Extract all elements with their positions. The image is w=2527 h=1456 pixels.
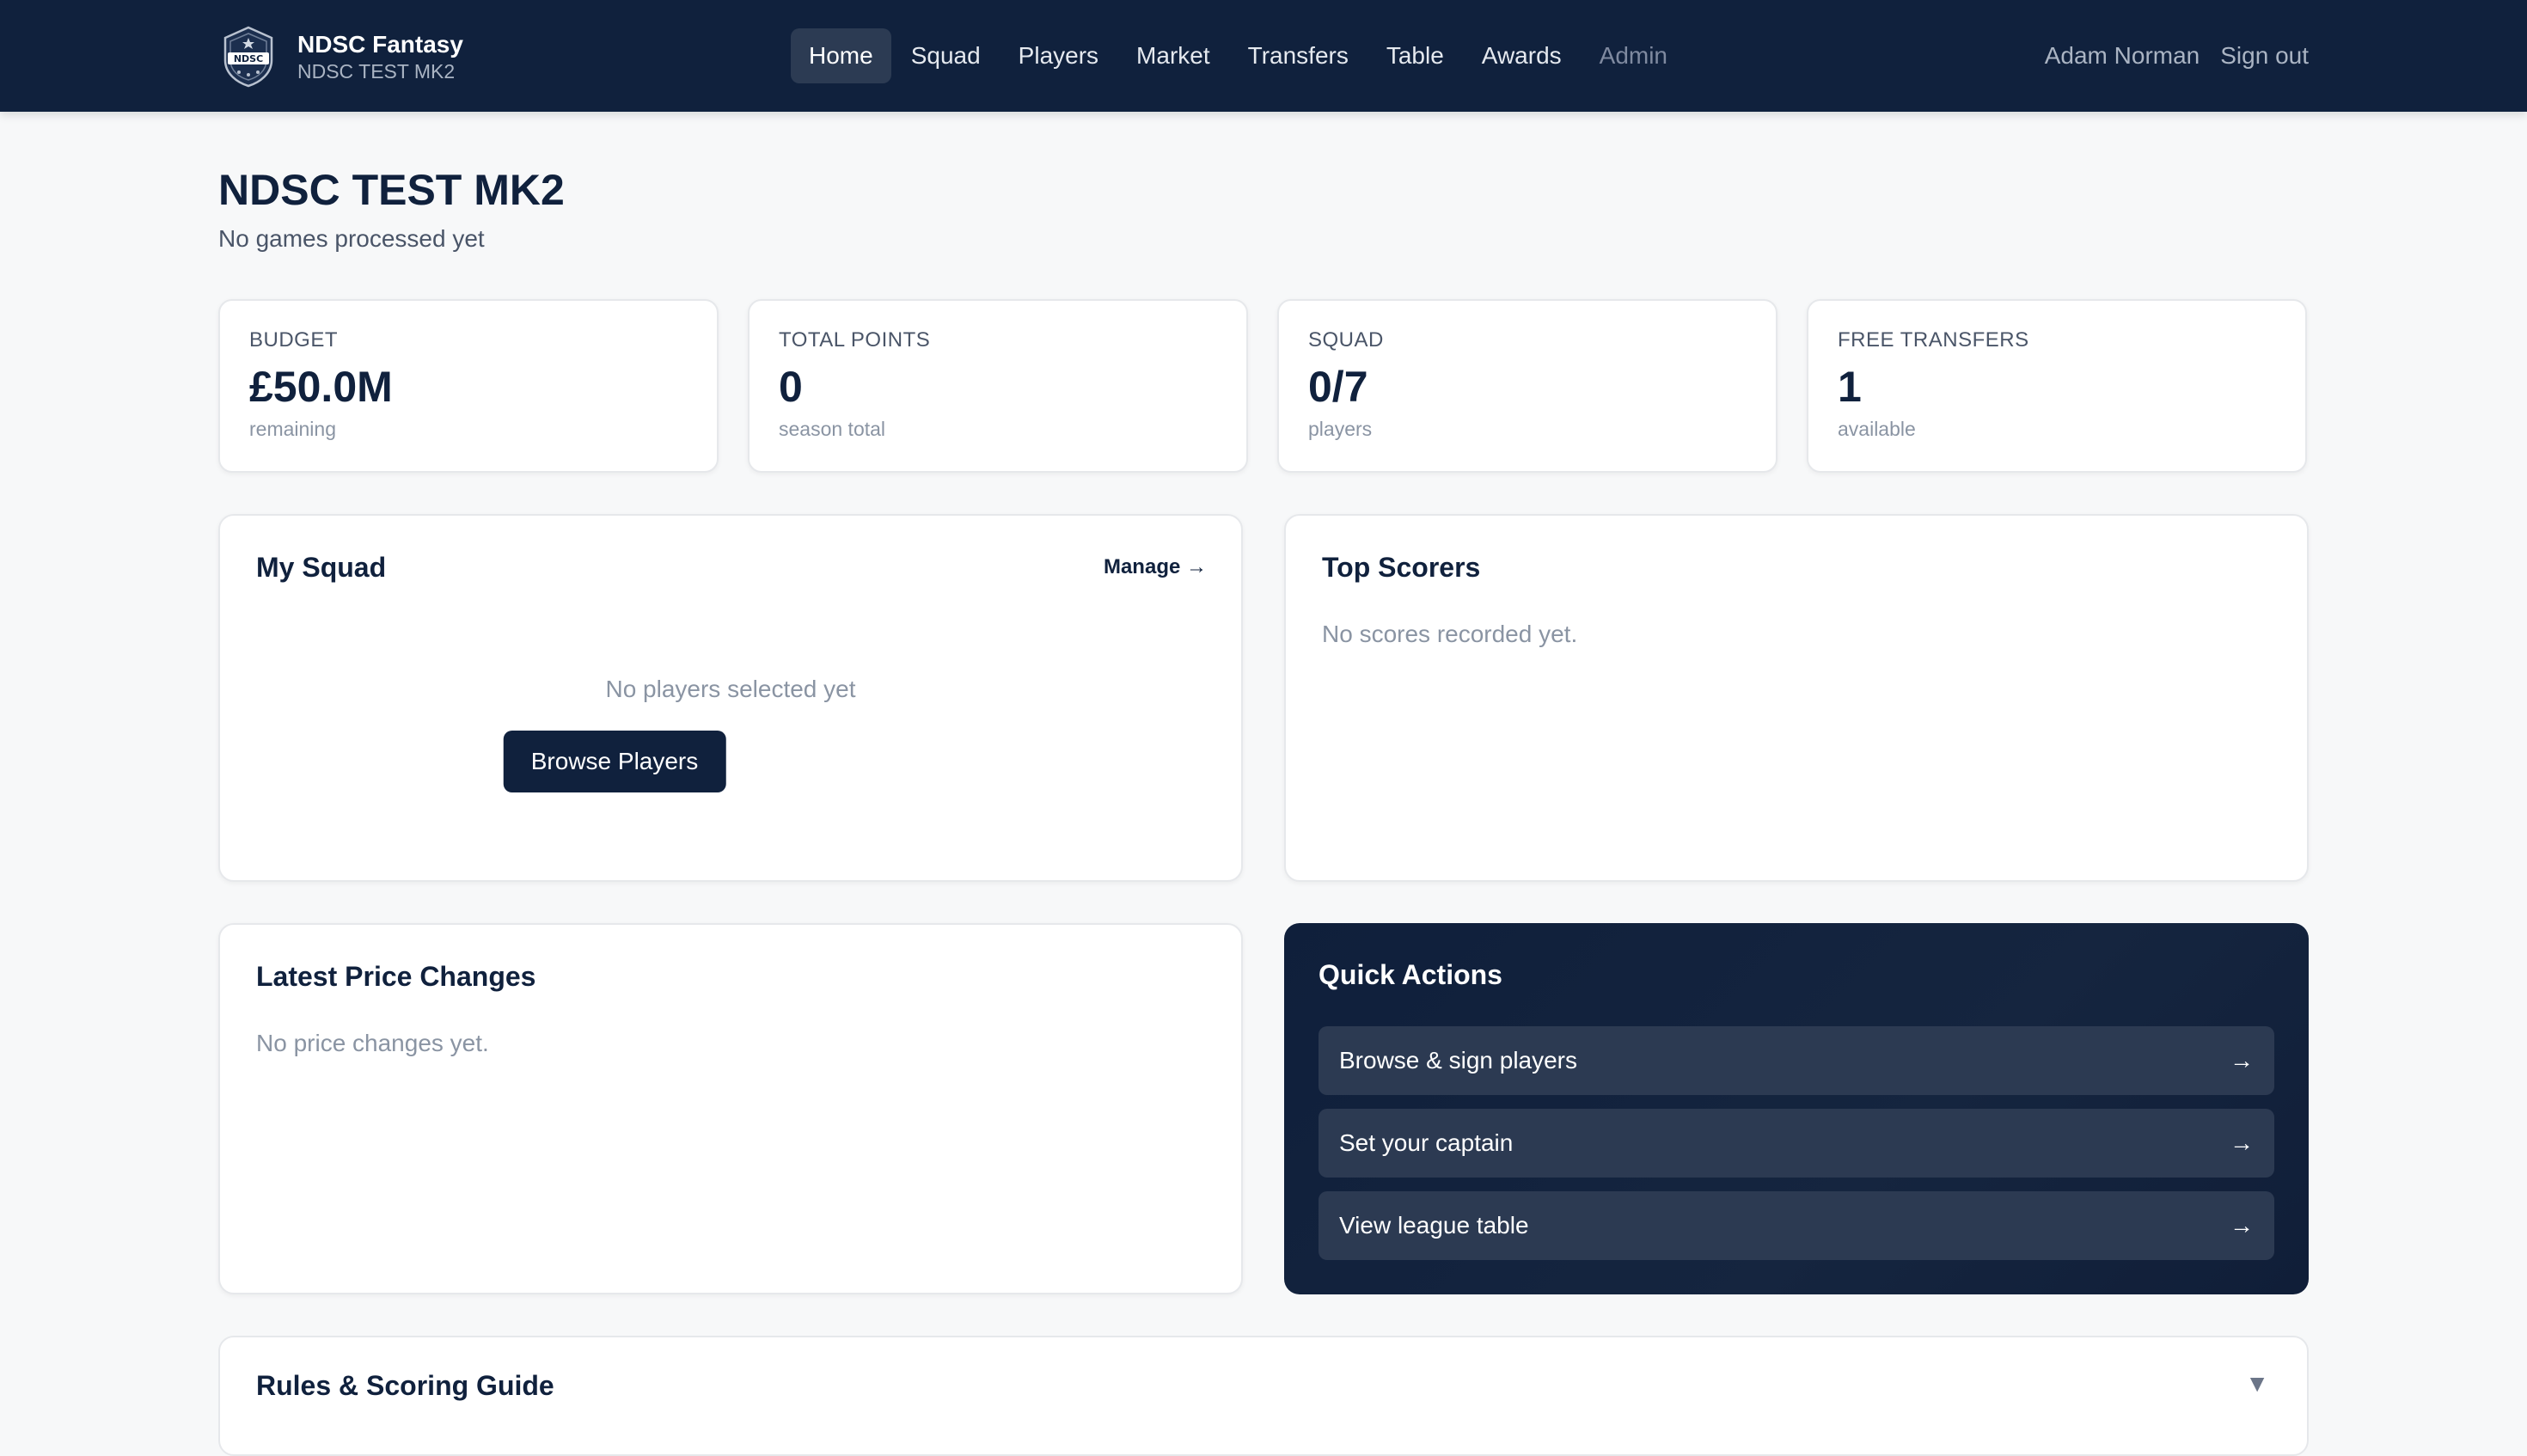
arrow-right-icon: → [2230, 1047, 2254, 1074]
price-changes-title: Latest Price Changes [256, 961, 536, 992]
stat-value: 0/7 [1308, 363, 1368, 411]
nav-item-squad[interactable]: Squad [893, 28, 999, 83]
quick-action-label: Set your captain [1339, 1129, 1514, 1156]
arrow-right-icon: → [2230, 1212, 2254, 1239]
quick-action-label: Browse & sign players [1339, 1047, 1578, 1074]
sign-out-link[interactable]: Sign out [2220, 42, 2309, 70]
brand[interactable]: NDSC NDSC Fantasy NDSC TEST MK2 [220, 24, 463, 89]
page-subtitle: No games processed yet [218, 225, 485, 252]
set-captain-button[interactable]: Set your captain → [1319, 1109, 2274, 1178]
stat-note: remaining [249, 418, 336, 440]
price-changes-empty-message: No price changes yet. [256, 1030, 489, 1056]
nav-item-awards[interactable]: Awards [1464, 28, 1580, 83]
nav-item-transfers[interactable]: Transfers [1230, 28, 1367, 83]
stat-note: season total [779, 418, 886, 440]
user-area: Adam Norman Sign out [2024, 28, 2309, 83]
squad-empty-message: No players selected yet [605, 676, 856, 702]
stat-label: BUDGET [249, 328, 339, 352]
stat-note: available [1838, 418, 1916, 440]
stat-card-free-transfers: FREE TRANSFERS 1 available [1807, 299, 2307, 473]
browse-sign-players-button[interactable]: Browse & sign players → [1319, 1026, 2274, 1095]
nav-item-admin[interactable]: Admin [1582, 28, 1686, 83]
main-menu: Home Squad Players Market Transfers Tabl… [791, 28, 1687, 83]
stat-value: 1 [1838, 363, 1862, 411]
top-scorers-card: Top Scorers No scores recorded yet. [1284, 514, 2309, 882]
nav-item-market[interactable]: Market [1118, 28, 1228, 83]
top-scorers-empty-message: No scores recorded yet. [1322, 621, 1578, 647]
quick-actions-title: Quick Actions [1319, 959, 1502, 990]
ndsc-crest-logo-icon: NDSC [223, 26, 273, 88]
stat-note: players [1308, 418, 1373, 440]
browse-players-button[interactable]: Browse Players [503, 731, 726, 792]
nav-item-table[interactable]: Table [1368, 28, 1462, 83]
top-scorers-title: Top Scorers [1322, 552, 1481, 583]
rules-title: Rules & Scoring Guide [256, 1370, 554, 1401]
nav-item-home[interactable]: Home [791, 28, 891, 83]
top-nav-bar: NDSC NDSC Fantasy NDSC TEST MK2 Home Squ… [0, 0, 2527, 112]
logo-text: NDSC [234, 53, 263, 64]
stat-value: £50.0M [249, 363, 393, 411]
stat-label: SQUAD [1308, 328, 1384, 352]
my-squad-title: My Squad [256, 552, 387, 583]
quick-action-label: View league table [1339, 1212, 1529, 1239]
quick-actions-card: Quick Actions Browse & sign players → Se… [1284, 923, 2309, 1294]
manage-squad-link[interactable]: Manage → [1104, 555, 1207, 579]
stat-card-squad: SQUAD 0/7 players [1277, 299, 1777, 473]
arrow-right-icon: → [2230, 1129, 2254, 1156]
stat-label: FREE TRANSFERS [1838, 328, 2029, 352]
page-title: NDSC TEST MK2 [218, 166, 565, 214]
stat-label: TOTAL POINTS [779, 328, 931, 352]
rules-scoring-guide-accordion[interactable]: Rules & Scoring Guide ▼ [218, 1336, 2309, 1456]
nav-item-players[interactable]: Players [1000, 28, 1117, 83]
brand-title: NDSC Fantasy [297, 31, 463, 58]
brand-subtitle: NDSC TEST MK2 [297, 60, 456, 83]
stat-card-budget: BUDGET £50.0M remaining [218, 299, 719, 473]
view-league-table-button[interactable]: View league table → [1319, 1191, 2274, 1260]
price-changes-card: Latest Price Changes No price changes ye… [218, 923, 1243, 1294]
user-name-link[interactable]: Adam Norman [2045, 42, 2200, 70]
stat-value: 0 [779, 363, 803, 411]
chevron-down-icon: ▼ [2245, 1370, 2269, 1397]
stat-card-total-points: TOTAL POINTS 0 season total [748, 299, 1248, 473]
my-squad-card: My Squad Manage → No players selected ye… [218, 514, 1243, 882]
